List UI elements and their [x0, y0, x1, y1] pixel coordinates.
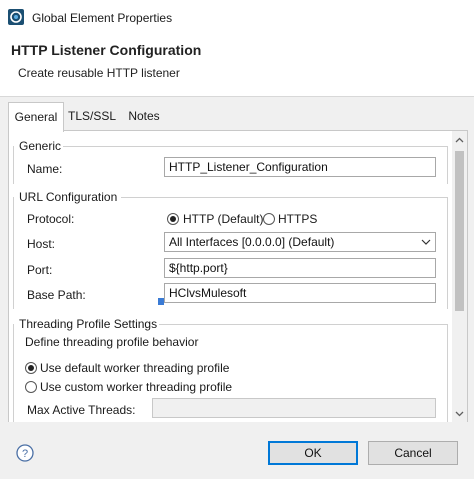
host-select[interactable]: All Interfaces [0.0.0.0] (Default): [164, 232, 436, 252]
dialog-banner: HTTP Listener Configuration Create reusa…: [0, 36, 474, 97]
max-active-threads-input: [152, 398, 436, 418]
window-title: Global Element Properties: [32, 11, 173, 25]
protocol-http-label[interactable]: HTTP (Default): [183, 212, 263, 226]
vertical-scrollbar[interactable]: [452, 131, 467, 423]
dialog-title: HTTP Listener Configuration: [11, 42, 202, 58]
base-path-input[interactable]: HClvsMulesoft: [164, 283, 436, 303]
group-border: [447, 146, 448, 184]
window-titlebar: Global Element Properties: [0, 0, 474, 36]
group-border: [13, 197, 14, 309]
name-label: Name:: [27, 162, 63, 176]
max-active-threads-label: Max Active Threads:: [27, 403, 136, 417]
protocol-label: Protocol:: [27, 212, 75, 226]
group-border: [447, 324, 448, 423]
group-border: [447, 197, 448, 309]
info-decorator-icon: [158, 298, 164, 305]
scroll-down-icon[interactable]: [452, 406, 467, 421]
threading-group-legend: Threading Profile Settings: [19, 317, 158, 331]
group-border: [13, 146, 14, 184]
scrollbar-thumb[interactable]: [455, 151, 464, 311]
anypoint-studio-icon: [8, 9, 24, 25]
host-select-value: All Interfaces [0.0.0.0] (Default): [169, 235, 335, 249]
protocol-http-radio[interactable]: [167, 213, 179, 225]
generic-group-legend: Generic: [19, 139, 62, 153]
default-threading-label[interactable]: Use default worker threading profile: [40, 361, 229, 375]
group-border: [63, 146, 447, 147]
custom-threading-radio[interactable]: [25, 381, 37, 393]
group-border: [159, 324, 447, 325]
svg-text:?: ?: [22, 448, 28, 460]
scroll-up-icon[interactable]: [452, 133, 467, 148]
base-path-label: Base Path:: [27, 288, 86, 302]
url-config-group-legend: URL Configuration: [19, 190, 118, 204]
general-tab-panel: Generic Name: HTTP_Listener_Configuratio…: [8, 130, 468, 424]
threading-description: Define threading profile behavior: [25, 335, 199, 349]
protocol-https-label[interactable]: HTTPS: [278, 212, 317, 226]
tab-notes[interactable]: Notes: [122, 102, 166, 130]
dialog-footer: ? OK Cancel: [0, 422, 474, 479]
tab-general[interactable]: General: [8, 102, 64, 132]
protocol-https-radio[interactable]: [263, 213, 275, 225]
name-input[interactable]: HTTP_Listener_Configuration: [164, 157, 436, 177]
dialog-subtitle: Create reusable HTTP listener: [18, 66, 180, 80]
host-label: Host:: [27, 237, 56, 251]
ok-button[interactable]: OK: [268, 441, 358, 465]
tab-tls-ssl[interactable]: TLS/SSL: [64, 102, 120, 130]
port-label: Port:: [27, 263, 53, 277]
cancel-button[interactable]: Cancel: [368, 441, 458, 465]
default-threading-radio[interactable]: [25, 362, 37, 374]
group-border: [121, 197, 447, 198]
help-icon[interactable]: ?: [16, 444, 34, 462]
port-input[interactable]: ${http.port}: [164, 258, 436, 278]
custom-threading-label[interactable]: Use custom worker threading profile: [40, 380, 232, 394]
tab-bar: General TLS/SSL Notes: [0, 102, 474, 132]
group-border: [13, 324, 14, 423]
chevron-down-icon: [421, 239, 431, 245]
